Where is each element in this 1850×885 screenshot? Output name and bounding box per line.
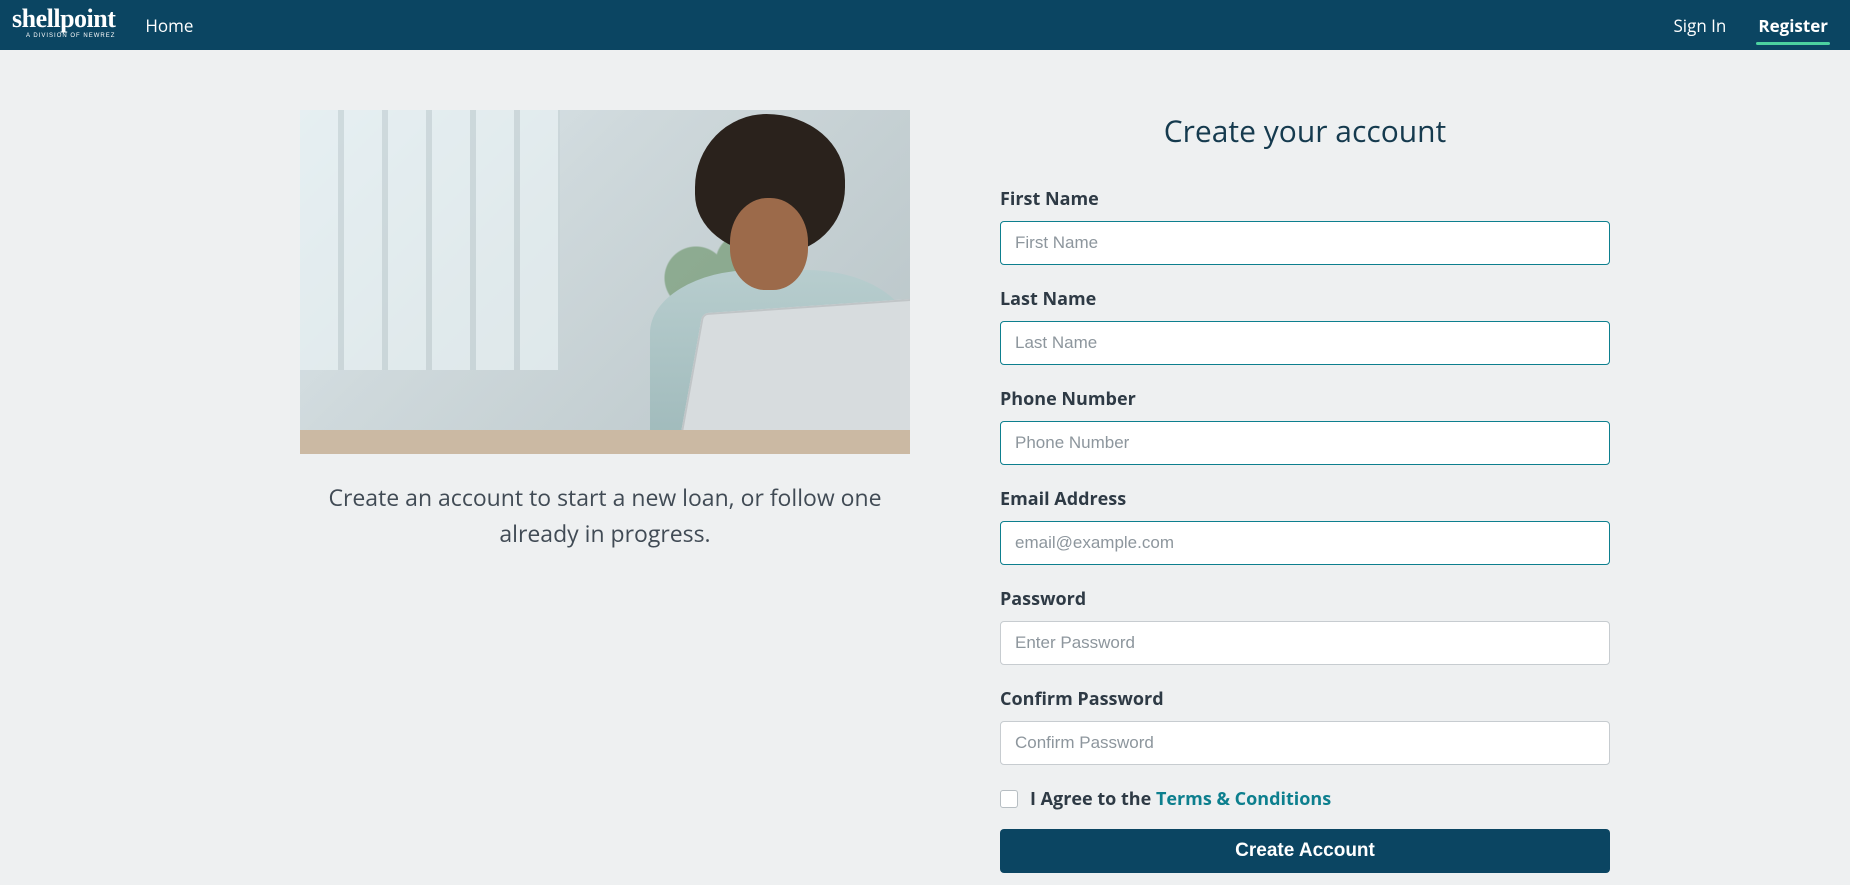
input-last-name[interactable] bbox=[1000, 321, 1610, 365]
label-first-name: First Name bbox=[1000, 187, 1610, 211]
label-phone: Phone Number bbox=[1000, 387, 1610, 411]
nav-register[interactable]: Register bbox=[1756, 2, 1830, 49]
hero-image bbox=[300, 110, 910, 454]
hero-desk bbox=[300, 430, 910, 454]
label-password: Password bbox=[1000, 587, 1610, 611]
input-confirm-password[interactable] bbox=[1000, 721, 1610, 765]
agree-row: I Agree to the Terms & Conditions bbox=[1000, 787, 1610, 811]
hero-caption: Create an account to start a new loan, o… bbox=[325, 480, 885, 551]
field-last-name: Last Name bbox=[1000, 287, 1610, 365]
label-last-name: Last Name bbox=[1000, 287, 1610, 311]
checkbox-agree[interactable] bbox=[1000, 790, 1018, 808]
create-account-button[interactable]: Create Account bbox=[1000, 829, 1610, 873]
form-title: Create your account bbox=[1000, 110, 1610, 151]
nav-right: Sign In Register bbox=[1671, 2, 1830, 49]
agree-prefix: I Agree to the bbox=[1030, 787, 1156, 811]
brand-name: shellpoint bbox=[12, 4, 115, 33]
hero-bg-window bbox=[300, 110, 560, 370]
brand-tagline: A DIVISION OF NEWREZ bbox=[12, 33, 115, 39]
columns: Create an account to start a new loan, o… bbox=[240, 110, 1610, 873]
field-email: Email Address bbox=[1000, 487, 1610, 565]
input-phone[interactable] bbox=[1000, 421, 1610, 465]
label-email: Email Address bbox=[1000, 487, 1610, 511]
input-password[interactable] bbox=[1000, 621, 1610, 665]
terms-link[interactable]: Terms & Conditions bbox=[1156, 787, 1331, 811]
brand-logo[interactable]: shellpoint A DIVISION OF NEWREZ bbox=[12, 6, 115, 39]
label-confirm-password: Confirm Password bbox=[1000, 687, 1610, 711]
top-nav: shellpoint A DIVISION OF NEWREZ Home Sig… bbox=[0, 0, 1850, 50]
field-phone: Phone Number bbox=[1000, 387, 1610, 465]
field-password: Password bbox=[1000, 587, 1610, 665]
field-confirm-password: Confirm Password bbox=[1000, 687, 1610, 765]
agree-text: I Agree to the Terms & Conditions bbox=[1030, 787, 1331, 811]
nav-home[interactable]: Home bbox=[143, 2, 195, 49]
input-first-name[interactable] bbox=[1000, 221, 1610, 265]
page: Create an account to start a new loan, o… bbox=[0, 50, 1850, 873]
hero-column: Create an account to start a new loan, o… bbox=[300, 110, 910, 551]
nav-left: Home bbox=[143, 2, 1671, 49]
input-email[interactable] bbox=[1000, 521, 1610, 565]
register-form: Create your account First Name Last Name… bbox=[1000, 110, 1610, 873]
field-first-name: First Name bbox=[1000, 187, 1610, 265]
nav-signin[interactable]: Sign In bbox=[1671, 2, 1728, 49]
